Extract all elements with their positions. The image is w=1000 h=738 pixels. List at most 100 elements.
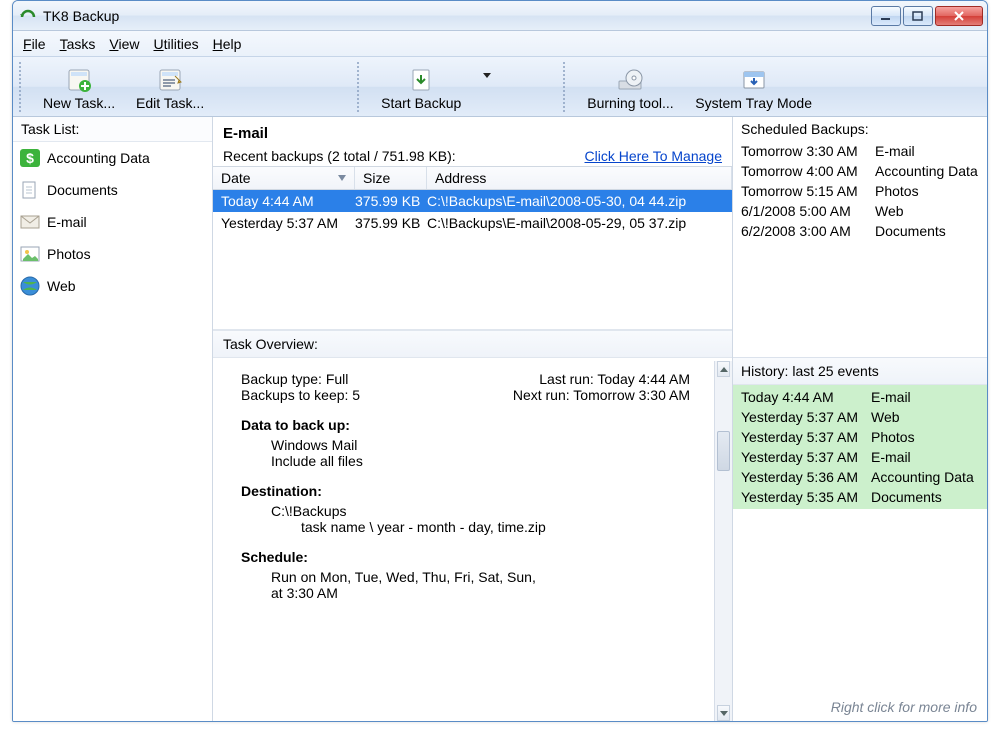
detail-panel: E-mail Recent backups (2 total / 751.98 … xyxy=(213,117,733,721)
start-backup-icon xyxy=(408,65,434,95)
edit-task-label: Edit Task... xyxy=(136,95,204,111)
col-size[interactable]: Size xyxy=(355,167,427,189)
system-tray-mode-button[interactable]: System Tray Mode xyxy=(684,57,824,116)
col-date[interactable]: Date xyxy=(213,167,355,189)
task-item-documents[interactable]: Documents xyxy=(13,174,212,206)
task-item-label: Documents xyxy=(47,182,118,198)
history-row[interactable]: Yesterday 5:35 AMDocuments xyxy=(733,487,987,507)
globe-icon xyxy=(19,276,41,296)
app-title: TK8 Backup xyxy=(43,8,871,24)
menu-help[interactable]: Help xyxy=(213,36,242,52)
task-item-photos[interactable]: Photos xyxy=(13,238,212,270)
svg-text:$: $ xyxy=(26,150,34,166)
task-item-accounting[interactable]: $ Accounting Data xyxy=(13,142,212,174)
history-panel: History: last 25 events Today 4:44 AME-m… xyxy=(733,357,987,509)
task-item-label: Accounting Data xyxy=(47,150,150,166)
data-to-backup-header: Data to back up: xyxy=(241,417,690,433)
detail-subtitle: Recent backups (2 total / 751.98 KB): xyxy=(223,148,456,164)
burning-tool-button[interactable]: Burning tool... xyxy=(577,57,683,116)
task-item-label: E-mail xyxy=(47,214,87,230)
backup-row[interactable]: Yesterday 5:37 AM 375.99 KB C:\!Backups\… xyxy=(213,212,732,234)
menu-tasks[interactable]: Tasks xyxy=(60,36,96,52)
start-backup-label: Start Backup xyxy=(381,95,461,111)
history-row[interactable]: Yesterday 5:37 AMPhotos xyxy=(733,427,987,447)
start-backup-button[interactable]: Start Backup xyxy=(371,57,501,116)
envelope-icon xyxy=(19,212,41,232)
backup-row[interactable]: Today 4:44 AM 375.99 KB C:\!Backups\E-ma… xyxy=(213,190,732,212)
toolbar: New Task... Edit Task... Start Backup B xyxy=(13,57,987,117)
sort-desc-icon xyxy=(338,175,346,181)
scheduled-row[interactable]: 6/2/2008 3:00 AMDocuments xyxy=(741,221,979,241)
app-icon xyxy=(19,7,37,25)
task-item-web[interactable]: Web xyxy=(13,270,212,302)
schedule-line: Run on Mon, Tue, Wed, Thu, Fri, Sat, Sun… xyxy=(241,569,690,585)
toolbar-grip-icon[interactable] xyxy=(17,62,23,112)
backup-grid-header[interactable]: Date Size Address xyxy=(213,166,732,190)
new-task-label: New Task... xyxy=(43,95,115,111)
scheduled-backups-header: Scheduled Backups: xyxy=(741,121,979,141)
menubar: File Tasks View Utilities Help xyxy=(13,31,987,57)
dollar-icon: $ xyxy=(19,148,41,168)
menu-utilities[interactable]: Utilities xyxy=(153,36,198,52)
scheduled-row[interactable]: Tomorrow 5:15 AMPhotos xyxy=(741,181,979,201)
detail-title: E-mail xyxy=(223,121,722,144)
scheduled-row[interactable]: Tomorrow 4:00 AMAccounting Data xyxy=(741,161,979,181)
document-icon xyxy=(19,180,41,200)
schedule-line: at 3:30 AM xyxy=(241,585,690,601)
maximize-button[interactable] xyxy=(903,6,933,26)
photo-icon xyxy=(19,244,41,264)
task-list-header: Task List: xyxy=(13,117,212,142)
close-button[interactable] xyxy=(935,6,983,26)
scheduled-row[interactable]: 6/1/2008 5:00 AMWeb xyxy=(741,201,979,221)
new-task-button[interactable]: New Task... xyxy=(33,57,125,116)
history-row[interactable]: Yesterday 5:36 AMAccounting Data xyxy=(733,467,987,487)
menu-file[interactable]: File xyxy=(23,36,46,52)
manage-link[interactable]: Click Here To Manage xyxy=(585,148,722,164)
burning-tool-label: Burning tool... xyxy=(587,95,673,111)
task-overview-body: Backup type: Full Last run: Today 4:44 A… xyxy=(213,361,714,721)
backups-to-keep-text: Backups to keep: 5 xyxy=(241,387,360,403)
scheduled-row[interactable]: Tomorrow 3:30 AME-mail xyxy=(741,141,979,161)
dest-line: task name \ year - month - day, time.zip xyxy=(241,519,690,535)
dest-line: C:\!Backups xyxy=(241,503,690,519)
task-item-email[interactable]: E-mail xyxy=(13,206,212,238)
last-run-text: Last run: Today 4:44 AM xyxy=(539,371,690,387)
task-item-label: Photos xyxy=(47,246,91,262)
task-item-label: Web xyxy=(47,278,76,294)
scroll-down-button[interactable] xyxy=(717,705,730,721)
toolbar-grip-icon[interactable] xyxy=(561,62,567,112)
task-list-panel: Task List: $ Accounting Data Documents E… xyxy=(13,117,213,721)
backup-type-text: Backup type: Full xyxy=(241,371,348,387)
content-area: Task List: $ Accounting Data Documents E… xyxy=(13,117,987,721)
task-overview-header: Task Overview: xyxy=(213,331,732,358)
edit-task-button[interactable]: Edit Task... xyxy=(125,57,215,116)
new-task-icon xyxy=(65,65,93,95)
titlebar[interactable]: TK8 Backup xyxy=(13,1,987,31)
scheduled-backups-panel: Scheduled Backups: Tomorrow 3:30 AME-mai… xyxy=(733,117,987,357)
history-header: History: last 25 events xyxy=(733,358,987,385)
right-panel: Scheduled Backups: Tomorrow 3:30 AME-mai… xyxy=(733,117,987,721)
task-overview-panel: Task Overview: Backup type: Full Last ru… xyxy=(213,330,732,721)
next-run-text: Next run: Tomorrow 3:30 AM xyxy=(513,387,690,403)
chevron-down-icon[interactable] xyxy=(483,73,491,78)
tray-icon xyxy=(740,65,768,95)
data-line: Windows Mail xyxy=(241,437,690,453)
scroll-up-button[interactable] xyxy=(717,361,730,377)
history-row[interactable]: Today 4:44 AME-mail xyxy=(733,387,987,407)
minimize-button[interactable] xyxy=(871,6,901,26)
scroll-thumb[interactable] xyxy=(717,431,730,471)
menu-view[interactable]: View xyxy=(109,36,139,52)
overview-scrollbar[interactable] xyxy=(714,361,732,721)
toolbar-grip-icon[interactable] xyxy=(355,62,361,112)
destination-header: Destination: xyxy=(241,483,690,499)
history-row[interactable]: Yesterday 5:37 AMWeb xyxy=(733,407,987,427)
backup-grid-body: Today 4:44 AM 375.99 KB C:\!Backups\E-ma… xyxy=(213,190,732,330)
app-window: TK8 Backup File Tasks View Utilities Hel… xyxy=(12,0,988,722)
history-row[interactable]: Yesterday 5:37 AME-mail xyxy=(733,447,987,467)
system-tray-mode-label: System Tray Mode xyxy=(695,95,812,111)
data-line: Include all files xyxy=(241,453,690,469)
history-hint: Right click for more info xyxy=(733,693,987,721)
col-address[interactable]: Address xyxy=(427,167,732,189)
disc-icon xyxy=(616,65,644,95)
schedule-header: Schedule: xyxy=(241,549,690,565)
